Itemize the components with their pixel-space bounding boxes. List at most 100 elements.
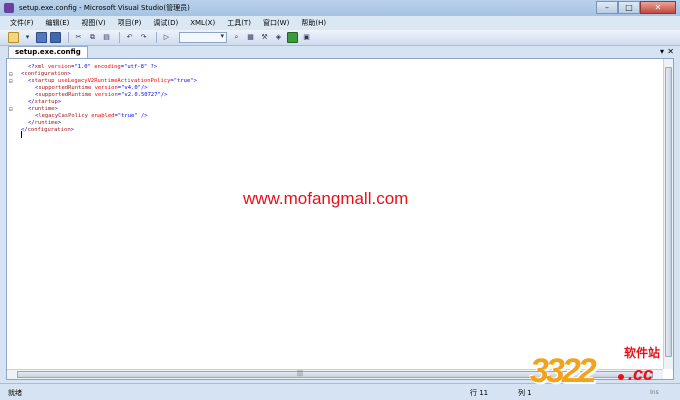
code-token: </	[28, 120, 35, 126]
code-token: >	[57, 99, 62, 105]
code-token: >	[54, 106, 58, 112]
code-token: runtime	[34, 120, 58, 126]
vertical-scroll-thumb[interactable]	[665, 67, 672, 357]
code-line[interactable]: </configuration>	[7, 127, 657, 134]
code-token: ="1.0"	[71, 64, 91, 70]
window-controls: – □ ✕	[596, 1, 676, 14]
code-text: </startup>	[28, 99, 61, 106]
code-token: ?>	[147, 64, 158, 70]
code-text: <supportedRuntime version="v4.0"/>	[35, 85, 148, 92]
menu-project[interactable]: 项目(P)	[112, 18, 148, 28]
add-item-icon[interactable]: ▾	[22, 32, 33, 43]
maximize-button[interactable]: □	[618, 1, 640, 14]
code-token: version	[91, 85, 118, 91]
menu-edit[interactable]: 编辑(E)	[40, 18, 76, 28]
code-token: supportedRuntime	[38, 92, 92, 98]
find-icon[interactable]: ⌕	[231, 32, 242, 43]
menu-bar: 文件(F) 编辑(E) 视图(V) 项目(P) 调试(D) XML(X) 工具(…	[0, 16, 680, 30]
new-project-icon[interactable]	[8, 32, 19, 43]
text-caret	[21, 131, 22, 138]
watermark-url: www.mofangmall.com	[243, 189, 409, 208]
code-text: </runtime>	[28, 120, 61, 127]
code-token: >	[67, 71, 71, 77]
toolbar-separator	[119, 32, 120, 43]
menu-tools[interactable]: 工具(T)	[221, 18, 257, 28]
code-line[interactable]: ⊟ <configuration>	[7, 71, 657, 78]
code-token: ="utf-8"	[120, 64, 148, 70]
save-icon[interactable]	[36, 32, 47, 43]
code-token: useLegacyV2RuntimeActivationPolicy	[54, 78, 171, 84]
scroll-grip-icon: |||	[297, 370, 304, 377]
chevron-down-icon[interactable]: ▾	[660, 46, 664, 58]
code-token: ="v2.0.50727"/>	[117, 92, 168, 98]
code-text: <supportedRuntime version="v2.0.50727"/>	[35, 92, 167, 99]
redo-icon[interactable]: ↷	[138, 32, 149, 43]
code-token: legacyCasPolicy	[38, 113, 88, 119]
code-text: <configuration>	[21, 71, 71, 78]
code-token: ="true">	[170, 78, 197, 84]
code-text: <?xml version="1.0" encoding="utf-8" ?>	[28, 64, 157, 71]
collapse-icon[interactable]: ⊟	[9, 71, 15, 78]
code-token: ="v4.0"/>	[117, 85, 148, 91]
code-line[interactable]: ⊟ <runtime>	[7, 106, 657, 113]
menu-file[interactable]: 文件(F)	[4, 18, 40, 28]
menu-window[interactable]: 窗口(W)	[257, 18, 295, 28]
window-title: setup.exe.config - Microsoft Visual Stud…	[19, 4, 190, 12]
close-button[interactable]: ✕	[640, 1, 676, 14]
toolbar-separator	[156, 32, 157, 43]
code-token: <?	[28, 64, 35, 70]
start-page-icon[interactable]	[287, 32, 298, 43]
code-token: >	[70, 127, 74, 133]
code-token: ="true" />	[114, 113, 148, 119]
logo-digits: 3322	[530, 352, 597, 390]
paste-icon[interactable]: ▤	[101, 32, 112, 43]
menu-help[interactable]: 帮助(H)	[295, 18, 332, 28]
save-all-icon[interactable]	[50, 32, 61, 43]
code-token: >	[57, 120, 62, 126]
site-logo: 3322 软件站 .cc	[530, 340, 672, 392]
code-line[interactable]: </runtime>	[7, 120, 657, 127]
more-icon[interactable]: ▣	[301, 32, 312, 43]
code-token: enabled	[87, 113, 115, 119]
object-browser-icon[interactable]: ◈	[273, 32, 284, 43]
code-line[interactable]: <legacyCasPolicy enabled="true" />	[7, 113, 657, 120]
title-bar: setup.exe.config - Microsoft Visual Stud…	[0, 0, 680, 16]
code-editor[interactable]: <?xml version="1.0" encoding="utf-8" ?> ⊟…	[6, 58, 674, 380]
code-line[interactable]: ⊟ <startup useLegacyV2RuntimeActivationPo…	[7, 78, 657, 85]
toolbar-separator	[68, 32, 69, 43]
code-token: configuration	[24, 71, 68, 77]
code-text: <legacyCasPolicy enabled="true" />	[35, 113, 148, 120]
code-token: configuration	[27, 127, 71, 133]
visual-studio-icon	[4, 3, 14, 13]
code-line[interactable]: <?xml version="1.0" encoding="utf-8" ?>	[7, 64, 657, 71]
code-token: startup	[31, 78, 55, 84]
visual-studio-window: setup.exe.config - Microsoft Visual Stud…	[0, 0, 680, 400]
properties-icon[interactable]: ▦	[245, 32, 256, 43]
menu-view[interactable]: 视图(V)	[75, 18, 111, 28]
toolbox-icon[interactable]: ⚒	[259, 32, 270, 43]
undo-icon[interactable]: ↶	[124, 32, 135, 43]
solution-config-combo[interactable]	[179, 32, 227, 43]
code-token: runtime	[31, 106, 55, 112]
code-area[interactable]: <?xml version="1.0" encoding="utf-8" ?> ⊟…	[7, 61, 663, 369]
code-text: </configuration>	[21, 127, 74, 134]
menu-xml[interactable]: XML(X)	[184, 19, 221, 27]
vertical-scrollbar[interactable]	[663, 59, 673, 369]
copy-icon[interactable]: ⧉	[87, 32, 98, 43]
collapse-icon[interactable]: ⊟	[9, 106, 15, 113]
close-tab-icon[interactable]: ✕	[667, 46, 674, 58]
start-debug-icon[interactable]: ▷	[161, 32, 172, 43]
code-line[interactable]: <supportedRuntime version="v4.0"/>	[7, 85, 657, 92]
code-line[interactable]: <supportedRuntime version="v2.0.50727"/>	[7, 92, 657, 99]
status-ready: 就绪	[8, 389, 22, 397]
cut-icon[interactable]: ✂	[73, 32, 84, 43]
code-line[interactable]: </startup>	[7, 99, 657, 106]
code-text: <runtime>	[28, 106, 58, 113]
menu-debug[interactable]: 调试(D)	[147, 18, 184, 28]
code-text: <startup useLegacyV2RuntimeActivationPol…	[28, 78, 197, 85]
code-token: </	[28, 99, 35, 105]
collapse-icon[interactable]: ⊟	[9, 78, 15, 85]
document-tab-bar: setup.exe.config ▾ ✕	[0, 46, 680, 58]
tab-setup-exe-config[interactable]: setup.exe.config	[8, 46, 88, 58]
minimize-button[interactable]: –	[596, 1, 618, 14]
